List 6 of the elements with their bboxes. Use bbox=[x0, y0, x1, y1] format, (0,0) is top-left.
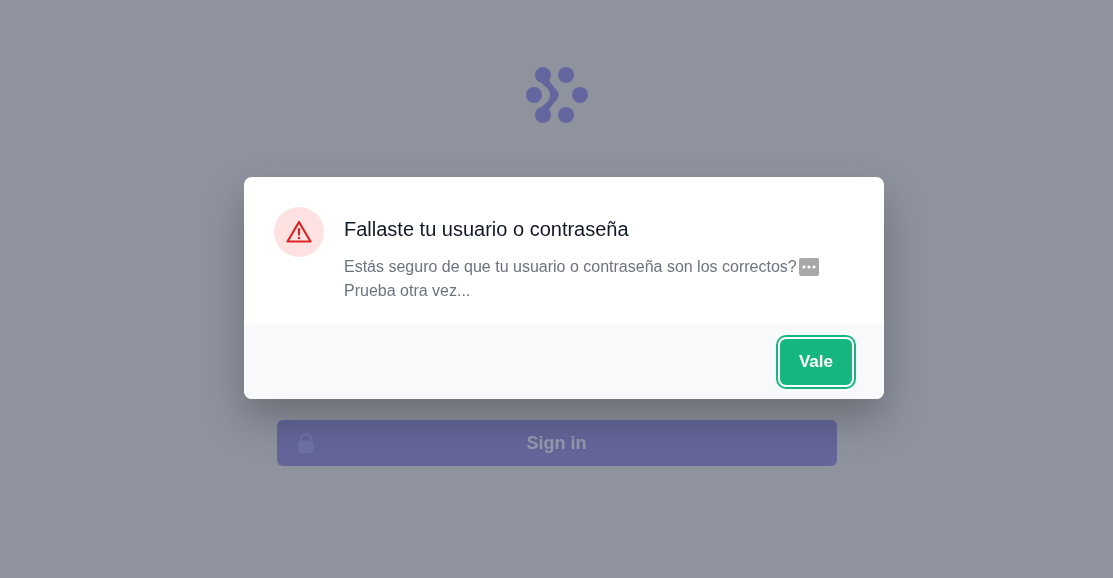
dialog-message: Estás seguro de que tu usuario o contraseña son los correctos? bbox=[344, 257, 797, 277]
dialog-message: Prueba otra vez... bbox=[344, 281, 471, 301]
warning-icon bbox=[274, 207, 324, 257]
logo-icon bbox=[524, 67, 589, 125]
dialog-title: Fallaste tu usuario o contraseña bbox=[344, 217, 630, 241]
more-icon[interactable] bbox=[798, 258, 819, 276]
